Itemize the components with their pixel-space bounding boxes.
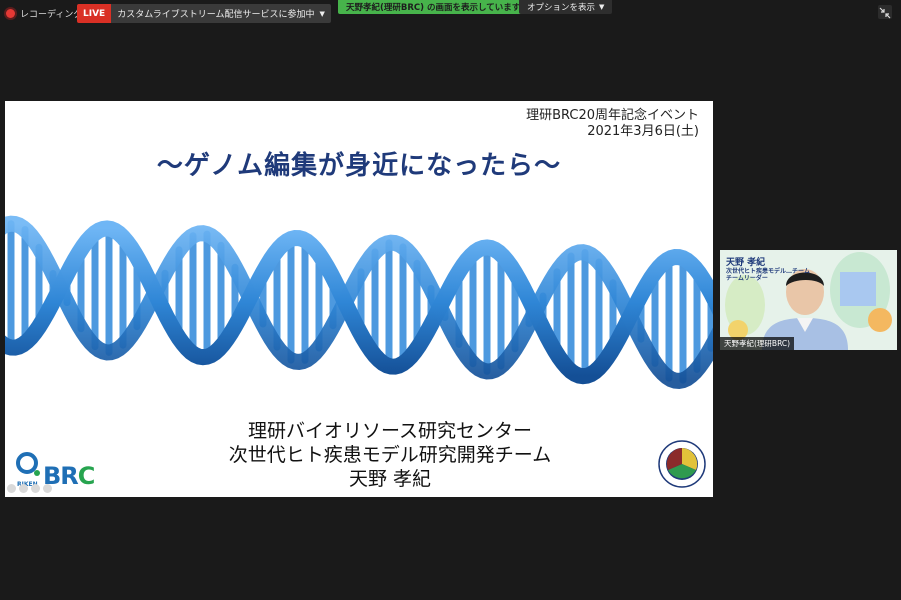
screen-share-banner: 天野孝紀(理研BRC) の画面を表示しています	[338, 0, 529, 14]
meeting-topbar: レコーディング中 LIVE カスタムライブストリーム配信サービスに参加中 ▼ 天…	[0, 0, 901, 26]
chevron-down-icon: ▼	[319, 9, 325, 18]
chevron-down-icon: ▼	[599, 3, 605, 11]
slide-title: ～ゲノム編集が身近になったら～	[156, 151, 562, 181]
team-seal-icon	[658, 440, 706, 488]
slide-event-info: 理研BRC20周年記念イベント 2021年3月6日(土)	[526, 108, 699, 140]
participant-name-label: 天野孝紀(理研BRC)	[720, 337, 795, 350]
exit-fullscreen-button[interactable]	[878, 5, 892, 19]
previous-slide-icon[interactable]	[7, 484, 16, 493]
presenter-organization: 理研バイオリソース研究センター	[247, 420, 533, 442]
slide-event-date: 2021年3月6日(土)	[587, 124, 699, 139]
live-stream-menu[interactable]: カスタムライブストリーム配信サービスに参加中 ▼	[111, 4, 331, 23]
presenter-team: 次世代ヒト疾患モデル研究開発チーム	[228, 444, 552, 466]
presenter-info: 理研バイオリソース研究センター 次世代ヒト疾患モデル研究開発チーム 天野 孝紀	[105, 419, 675, 491]
slide-event-name: 理研BRC20周年記念イベント	[526, 108, 699, 123]
record-dot-icon	[6, 8, 15, 18]
video-overlay-role: チームリーダー	[726, 275, 768, 282]
shared-slide: 理研BRC20周年記念イベント 2021年3月6日(土) ～ゲノム編集が身近にな…	[5, 101, 713, 497]
pen-tool-icon[interactable]	[19, 484, 28, 493]
presenter-name: 天野 孝紀	[348, 468, 432, 490]
live-stream-control[interactable]: LIVE カスタムライブストリーム配信サービスに参加中 ▼	[77, 4, 331, 23]
slide-controls	[7, 484, 52, 493]
live-stream-menu-label: カスタムライブストリーム配信サービスに参加中	[117, 10, 315, 20]
participant-video-tile[interactable]: 天野 孝紀 次世代ヒト疾患モデル…チーム チームリーダー 天野孝紀(理研BRC)	[720, 250, 897, 350]
slide-menu-icon[interactable]	[31, 484, 40, 493]
next-slide-icon[interactable]	[43, 484, 52, 493]
brc-logo-c: C	[77, 462, 96, 490]
exit-fullscreen-icon	[879, 7, 891, 19]
view-options-button[interactable]: オプションを表示 ▼	[519, 0, 613, 14]
live-badge: LIVE	[77, 4, 112, 23]
dna-helix-image	[5, 215, 713, 389]
view-options-label: オプションを表示	[527, 3, 596, 13]
